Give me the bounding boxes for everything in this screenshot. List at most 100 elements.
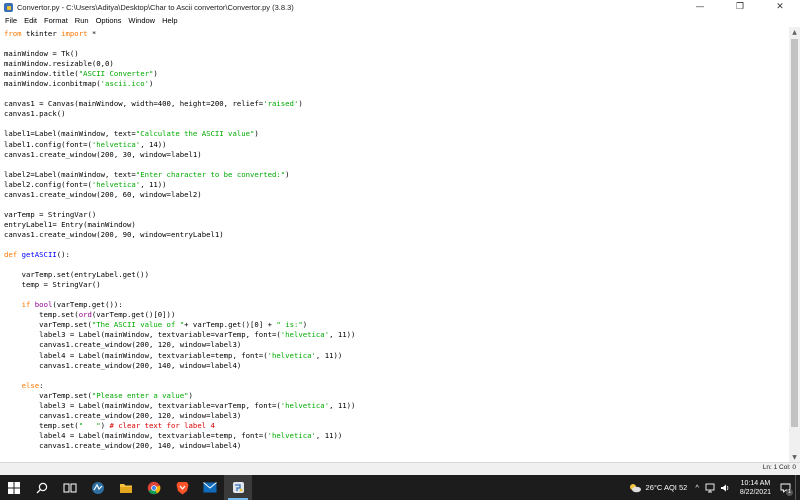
notification-badge: 1	[785, 489, 793, 496]
python-idle-icon	[4, 2, 13, 12]
code-line[interactable]: canvas1.create_window(200, 120, window=l…	[4, 340, 483, 350]
code-line[interactable]: canvas1.create_window(200, 90, window=en…	[4, 230, 483, 240]
code-line[interactable]	[4, 260, 483, 270]
menu-window[interactable]: Window	[125, 16, 159, 25]
code-line[interactable]	[4, 119, 483, 129]
code-line[interactable]: label1.config(font=('helvetica', 14))	[4, 140, 483, 150]
code-line[interactable]	[4, 200, 483, 210]
code-line[interactable]: canvas1.create_window(200, 140, window=l…	[4, 361, 483, 371]
windows-start-icon[interactable]	[0, 475, 28, 500]
code-token: ():	[56, 250, 70, 260]
clock[interactable]: 10:14 AM 8/22/2021	[740, 479, 771, 497]
code-line[interactable]: varTemp.set("The ASCII value of "+ varTe…	[4, 320, 483, 330]
code-line[interactable]: from tkinter import *	[4, 29, 483, 39]
code-line[interactable]: label3 = Label(mainWindow, textvariable=…	[4, 330, 483, 340]
code-line[interactable]: label3 = Label(mainWindow, textvariable=…	[4, 401, 483, 411]
minimize-button[interactable]: —	[680, 0, 720, 14]
code-line[interactable]: temp.set(ord(varTemp.get()[0]))	[4, 310, 483, 320]
code-line[interactable]: varTemp.set(entryLabel.get())	[4, 270, 483, 280]
code-line[interactable]: entryLabel1= Entry(mainWindow)	[4, 220, 483, 230]
taskbar: 26°C AQI 52 ^ 10:14 AM 8/22/2021 1	[0, 475, 800, 500]
code-line[interactable]: if bool(varTemp.get()):	[4, 300, 483, 310]
show-desktop-button[interactable]	[795, 475, 800, 500]
code-token: )	[285, 169, 290, 179]
status-bar: Ln: 1 Col: 0	[0, 462, 800, 475]
code-line[interactable]: mainWindow.iconbitmap('ascii.ico')	[4, 79, 483, 89]
code-token: , 11))	[315, 430, 343, 440]
code-line[interactable]: mainWindow = Tk()	[4, 49, 483, 59]
code-token: )	[148, 79, 154, 89]
code-token: 'helvetica'	[280, 330, 330, 340]
weather-text[interactable]: 26°C AQI 52	[646, 483, 688, 492]
code-line[interactable]	[4, 240, 483, 250]
scroll-down-icon[interactable]: ▼	[789, 452, 800, 462]
code-line[interactable]: canvas1.create_window(200, 60, window=la…	[4, 190, 483, 200]
code-text[interactable]: from tkinter import * mainWindow = Tk() m…	[4, 29, 483, 462]
code-line[interactable]: else:	[4, 381, 483, 391]
code-line[interactable]: mainWindow.title("ASCII Converter")	[4, 69, 483, 79]
code-line[interactable]: temp = StringVar()	[4, 280, 483, 290]
scroll-up-icon[interactable]: ▲	[789, 27, 800, 37]
app-icon[interactable]	[84, 475, 112, 500]
code-line[interactable]	[4, 371, 483, 381]
menu-format[interactable]: Format	[41, 16, 72, 25]
code-token: varTemp.set(	[4, 390, 92, 400]
code-line[interactable]: canvas1.pack()	[4, 109, 483, 119]
chrome-icon[interactable]	[140, 475, 168, 500]
menu-help[interactable]: Help	[159, 16, 181, 25]
weather-icon[interactable]	[628, 483, 642, 493]
code-line[interactable]: label4 = Label(mainWindow, textvariable=…	[4, 431, 483, 441]
search-icon[interactable]	[28, 475, 56, 500]
network-icon[interactable]	[705, 483, 715, 493]
notification-icon[interactable]: 1	[777, 475, 793, 500]
code-line[interactable]	[4, 451, 483, 461]
code-line[interactable]: canvas1.create_window(200, 30, window=la…	[4, 150, 483, 160]
volume-icon[interactable]	[720, 483, 730, 493]
code-line[interactable]	[4, 39, 483, 49]
code-line[interactable]: label1=Label(mainWindow, text="Calculate…	[4, 129, 483, 139]
code-token: )	[254, 129, 259, 139]
code-token: mainWindow.title(	[4, 69, 79, 79]
code-line[interactable]	[4, 160, 483, 170]
code-token: , 14))	[140, 139, 167, 149]
code-line[interactable]: mainWindow.resizable(0,0)	[4, 59, 483, 69]
menu-options[interactable]: Options	[92, 16, 125, 25]
tray-chevron-icon[interactable]: ^	[695, 483, 699, 492]
code-line[interactable]: canvas1.create_window(200, 120, window=l…	[4, 411, 483, 421]
task-view-icon[interactable]	[56, 475, 84, 500]
brave-icon[interactable]	[168, 475, 196, 500]
code-line[interactable]: def getASCII():	[4, 250, 483, 260]
menu-file[interactable]: File	[0, 16, 21, 25]
code-line[interactable]: label4 = Label(mainWindow, textvariable=…	[4, 351, 483, 361]
code-token: label4 = Label(mainWindow, textvariable=…	[4, 350, 268, 360]
menu-edit[interactable]: Edit	[21, 16, 41, 25]
code-line[interactable]: label2.config(font=('helvetica', 11))	[4, 180, 483, 190]
file-explorer-icon[interactable]	[112, 475, 140, 500]
code-token: from	[4, 29, 22, 38]
cursor-position: Ln: 1 Col: 0	[762, 464, 796, 471]
code-token: "The ASCII value of "	[91, 320, 185, 330]
code-line[interactable]: canvas1 = Canvas(mainWindow, width=400, …	[4, 99, 483, 109]
code-token: bool	[34, 300, 53, 310]
code-token: label3 = Label(mainWindow, textvariable=…	[4, 400, 281, 410]
code-line[interactable]: varTemp = StringVar()	[4, 210, 483, 220]
code-token: temp.set(	[4, 310, 79, 320]
code-line[interactable]: label2=Label(mainWindow, text="Enter cha…	[4, 170, 483, 180]
close-button[interactable]: ✕	[760, 0, 800, 14]
code-token: )	[298, 99, 303, 109]
code-line[interactable]: varTemp.set("Please enter a value")	[4, 391, 483, 401]
scrollbar-thumb[interactable]	[791, 39, 798, 427]
code-line[interactable]: temp.set(" ") # clear text for label 4	[4, 421, 483, 431]
vertical-scrollbar[interactable]: ▲ ▼	[789, 27, 800, 462]
code-token: canvas1.create_window(200, 120, window=l…	[4, 340, 242, 350]
python-idle-icon[interactable]	[224, 475, 252, 500]
code-line[interactable]	[4, 89, 483, 99]
mail-icon[interactable]	[196, 475, 224, 500]
code-line[interactable]	[4, 290, 483, 300]
code-line[interactable]: canvas1.create_window(200, 140, window=l…	[4, 441, 483, 451]
menu-run[interactable]: Run	[71, 16, 92, 25]
maximize-button[interactable]: ❐	[720, 0, 760, 14]
code-editor[interactable]: from tkinter import * mainWindow = Tk() m…	[0, 27, 789, 462]
title-bar: Convertor.py - C:\Users\Aditya\Desktop\C…	[0, 0, 800, 14]
